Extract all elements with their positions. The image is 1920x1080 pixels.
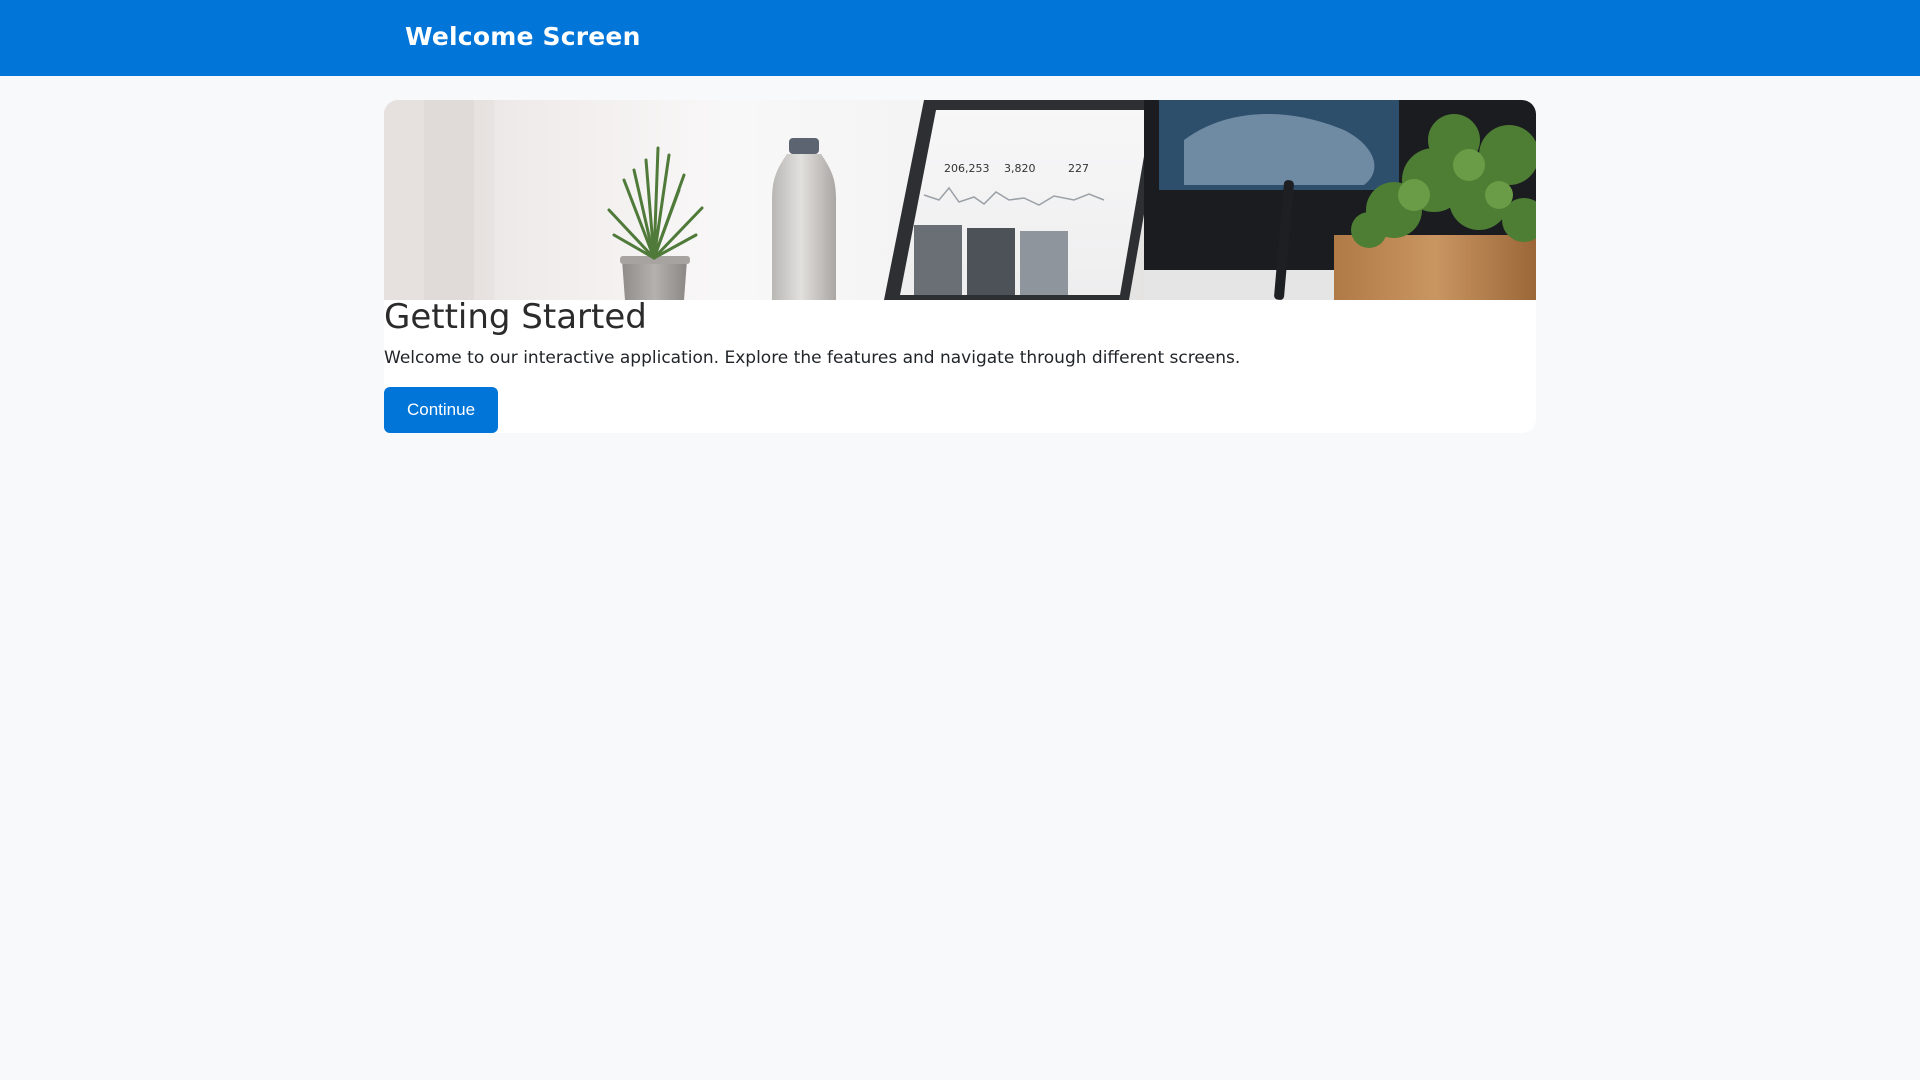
- card-title: Getting Started: [384, 297, 647, 337]
- card-content: Getting Started Welcome to our interacti…: [384, 0, 1536, 440]
- continue-button[interactable]: Continue: [384, 387, 498, 433]
- card-description: Welcome to our interactive application. …: [384, 348, 1241, 368]
